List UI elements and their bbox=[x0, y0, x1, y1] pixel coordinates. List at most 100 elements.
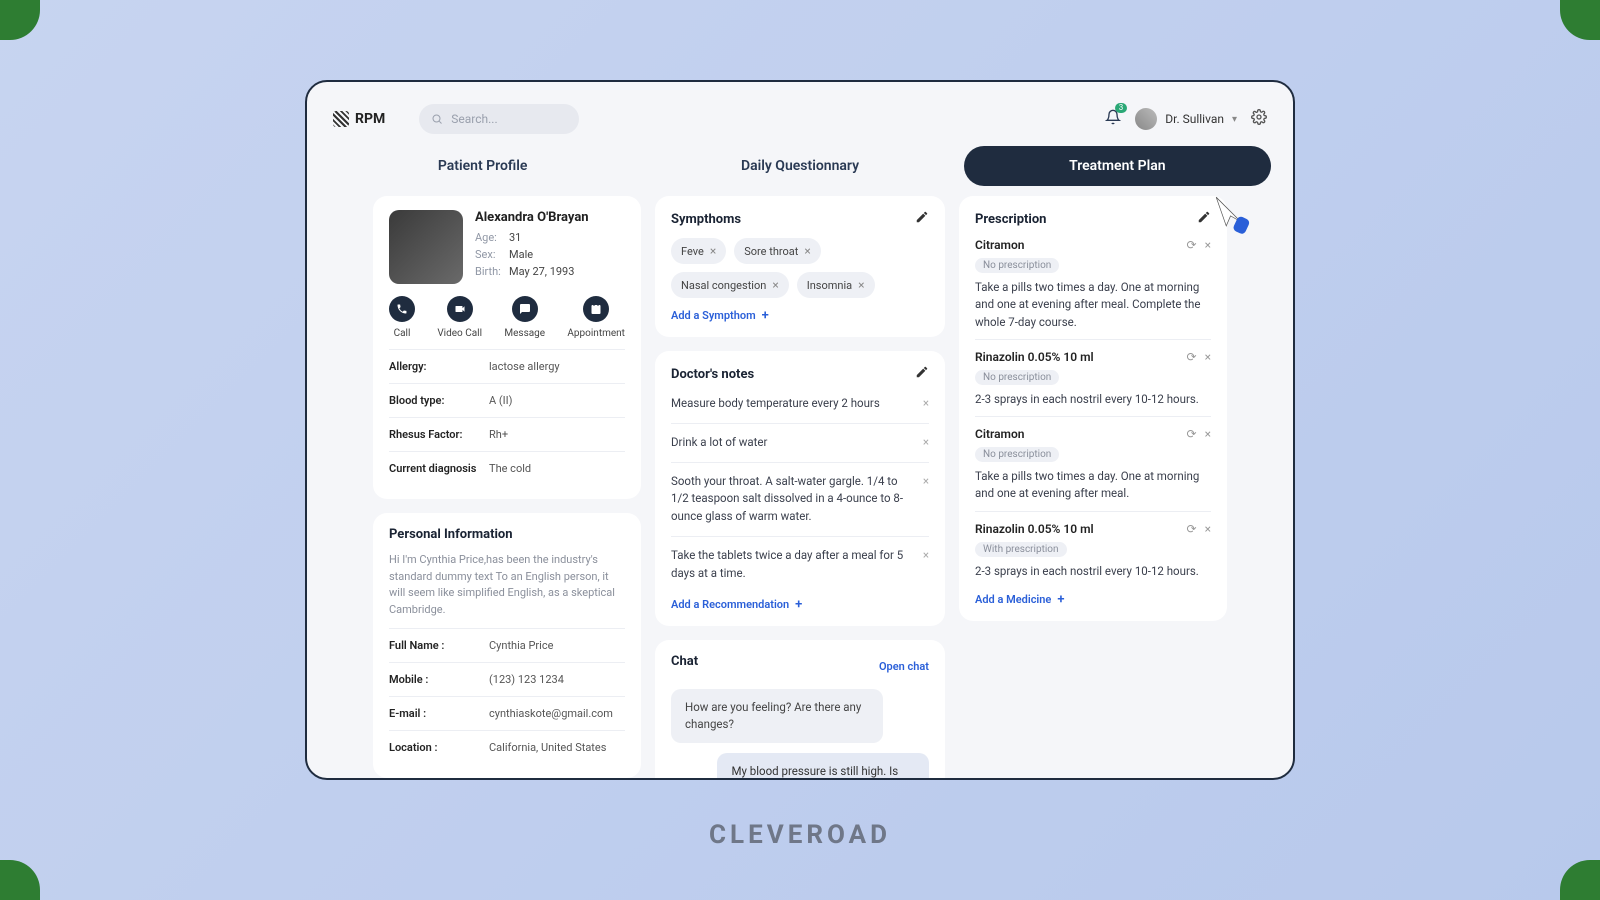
calendar-icon bbox=[590, 303, 602, 315]
chat-title: Chat bbox=[671, 654, 698, 669]
note-text: Sooth your throat. A salt-water gargle. … bbox=[671, 473, 913, 526]
remove-chip-button[interactable]: × bbox=[772, 278, 778, 292]
gear-icon bbox=[1251, 109, 1267, 125]
prescription-instructions: 2-3 sprays in each nostril every 10-12 h… bbox=[975, 563, 1211, 580]
notifications-button[interactable]: 3 bbox=[1105, 109, 1121, 129]
chat-message-patient: My blood pressure is still high. Is ther… bbox=[717, 753, 929, 778]
doctors-notes-card: Doctor's notes Measure body temperature … bbox=[655, 351, 945, 626]
personal-info-title: Personal Information bbox=[389, 527, 625, 542]
add-medicine-button[interactable]: Add a Medicine+ bbox=[975, 592, 1211, 607]
add-symptom-button[interactable]: Add a Sympthom+ bbox=[671, 308, 929, 323]
pencil-icon bbox=[915, 210, 929, 224]
medicine-name: Citramon bbox=[975, 427, 1024, 441]
tab-patient-profile[interactable]: Patient Profile bbox=[329, 146, 636, 186]
user-menu[interactable]: Dr. Sullivan ▾ bbox=[1135, 108, 1237, 130]
value-email: cynthiaskote@gmail.com bbox=[489, 707, 613, 720]
symptom-chip: Feve × bbox=[671, 238, 726, 264]
refresh-medicine-button[interactable]: ⟳ bbox=[1187, 427, 1197, 441]
value-diagnosis: The cold bbox=[489, 462, 531, 475]
refresh-medicine-button[interactable]: ⟳ bbox=[1187, 238, 1197, 252]
label-diagnosis: Current diagnosis bbox=[389, 462, 489, 475]
personal-info-blurb: Hi I'm Cynthia Price,has been the indust… bbox=[389, 552, 625, 618]
label-fullname: Full Name : bbox=[389, 639, 489, 652]
label-birth: Birth: bbox=[475, 265, 509, 278]
note-row: Measure body temperature every 2 hours× bbox=[671, 393, 929, 423]
symptom-chip: Sore throat× bbox=[734, 238, 821, 264]
label-email: E-mail : bbox=[389, 707, 489, 720]
brand-name: RPM bbox=[355, 111, 385, 127]
right-column: Prescription Citramon⟳×No prescriptionTa… bbox=[959, 196, 1227, 778]
open-chat-link[interactable]: Open chat bbox=[879, 660, 929, 673]
edit-notes-button[interactable] bbox=[915, 365, 929, 383]
remove-note-button[interactable]: × bbox=[923, 547, 929, 565]
tabs: Patient Profile Daily Questionnary Treat… bbox=[325, 146, 1275, 196]
prescription-instructions: Take a pills two times a day. One at mor… bbox=[975, 279, 1211, 331]
remove-medicine-button[interactable]: × bbox=[1205, 238, 1211, 252]
value-sex: Male bbox=[509, 248, 533, 261]
medicine-name: Citramon bbox=[975, 238, 1024, 252]
search-input[interactable]: Search... bbox=[419, 104, 579, 134]
note-row: Drink a lot of water × bbox=[671, 423, 929, 462]
value-rhesus: Rh+ bbox=[489, 428, 508, 441]
value-allergy: lactose allergy bbox=[489, 360, 560, 373]
tab-treatment-plan[interactable]: Treatment Plan bbox=[964, 146, 1271, 186]
action-appointment[interactable]: Appointment bbox=[567, 296, 625, 339]
symptom-chip-label: Nasal congestion bbox=[681, 279, 766, 292]
remove-chip-button[interactable]: × bbox=[858, 278, 864, 292]
pointer-cursor-icon bbox=[1209, 196, 1255, 236]
phone-icon bbox=[396, 303, 408, 315]
prescription-badge: No prescription bbox=[975, 447, 1059, 462]
user-name: Dr. Sullivan bbox=[1165, 112, 1224, 126]
remove-medicine-button[interactable]: × bbox=[1205, 427, 1211, 441]
action-call[interactable]: Call bbox=[389, 296, 415, 339]
symptom-chip-label: Insomnia bbox=[807, 279, 852, 292]
settings-button[interactable] bbox=[1251, 109, 1267, 129]
remove-chip-button[interactable]: × bbox=[710, 244, 716, 258]
symptoms-card: Sympthoms Feve×Sore throat×Nasal congest… bbox=[655, 196, 945, 337]
action-video-call[interactable]: Video Call bbox=[437, 296, 482, 339]
edit-symptoms-button[interactable] bbox=[915, 210, 929, 228]
note-text: Drink a lot of water bbox=[671, 434, 767, 452]
pencil-icon bbox=[915, 365, 929, 379]
refresh-medicine-button[interactable]: ⟳ bbox=[1187, 522, 1197, 536]
action-label: Message bbox=[504, 328, 545, 339]
message-icon bbox=[519, 303, 531, 315]
plus-icon: + bbox=[795, 597, 802, 612]
remove-medicine-button[interactable]: × bbox=[1205, 350, 1211, 364]
medicine-name: Rinazolin 0.05% 10 ml bbox=[975, 350, 1094, 364]
action-message[interactable]: Message bbox=[504, 296, 545, 339]
edit-prescription-button[interactable] bbox=[1197, 210, 1211, 228]
prescription-card: Prescription Citramon⟳×No prescriptionTa… bbox=[959, 196, 1227, 621]
prescription-item: Citramon ⟳ × No prescription Take a pills tw… bbox=[975, 238, 1211, 339]
prescription-badge: No prescription bbox=[975, 258, 1059, 273]
avatar bbox=[1135, 108, 1157, 130]
remove-note-button[interactable]: × bbox=[923, 473, 929, 491]
action-label: Appointment bbox=[567, 328, 625, 339]
decorative-corner bbox=[1560, 860, 1600, 900]
logo: RPM bbox=[333, 111, 385, 127]
prescription-item: Rinazolin 0.05% 10 ml ⟳ × With prescription… bbox=[975, 511, 1211, 588]
label-mobile: Mobile : bbox=[389, 673, 489, 686]
label-age: Age: bbox=[475, 231, 509, 244]
decorative-corner bbox=[1560, 0, 1600, 40]
refresh-medicine-button[interactable]: ⟳ bbox=[1187, 350, 1197, 364]
symptom-chip-label: Feve bbox=[681, 245, 704, 258]
note-text: Take the tablets twice a day after a mea… bbox=[671, 547, 913, 583]
search-icon bbox=[431, 113, 443, 125]
tab-daily-questionnary[interactable]: Daily Questionnary bbox=[646, 146, 953, 186]
search-placeholder: Search... bbox=[451, 112, 497, 126]
plus-icon: + bbox=[1057, 592, 1064, 607]
personal-info-card: Personal Information Hi I'm Cynthia Pric… bbox=[373, 513, 641, 778]
symptom-chip: Nasal congestion × bbox=[671, 272, 789, 298]
remove-note-button[interactable]: × bbox=[923, 395, 929, 413]
label-location: Location : bbox=[389, 741, 489, 754]
remove-medicine-button[interactable]: × bbox=[1205, 522, 1211, 536]
add-recommendation-button[interactable]: Add a Recommendation+ bbox=[671, 597, 929, 612]
remove-chip-button[interactable]: × bbox=[804, 244, 810, 258]
remove-note-button[interactable]: × bbox=[923, 434, 929, 452]
prescription-badge: With prescription bbox=[975, 542, 1067, 557]
chat-card: Chat Open chat How are you feeling? Are … bbox=[655, 640, 945, 778]
content-grid: Alexandra O'Brayan Age:31 Sex:Male Birth… bbox=[325, 196, 1275, 778]
prescription-item: Rinazolin 0.05% 10 ml⟳×No prescription2-… bbox=[975, 339, 1211, 416]
medicine-name: Rinazolin 0.05% 10 ml bbox=[975, 522, 1094, 536]
